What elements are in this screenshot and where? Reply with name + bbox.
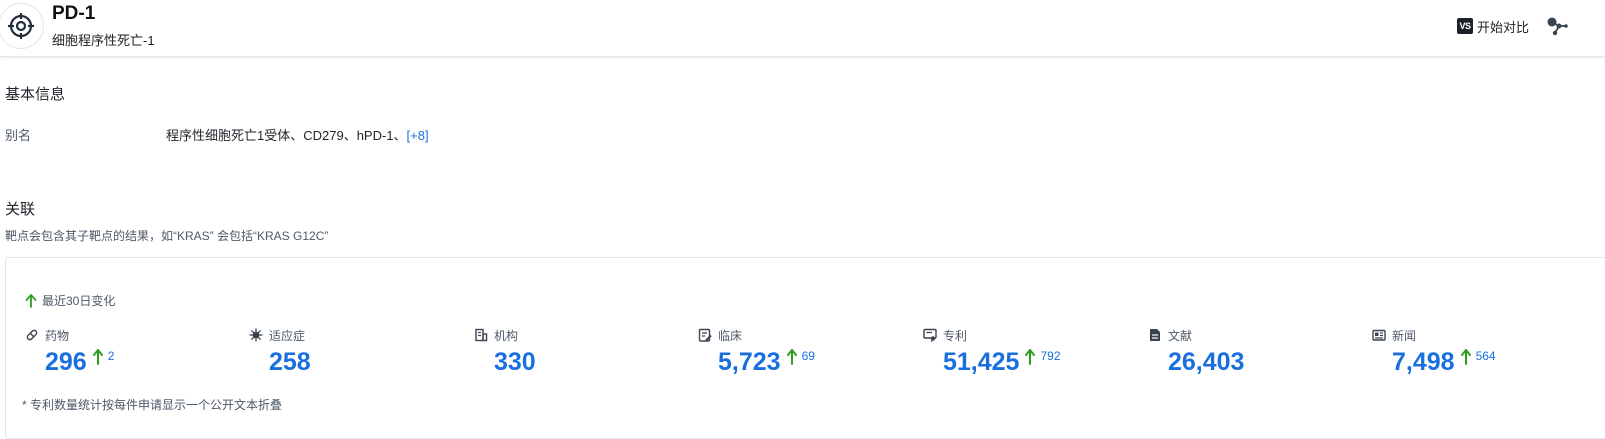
stat-delta-value[interactable]: 69 <box>802 349 815 363</box>
graph-network-icon <box>1547 17 1568 36</box>
association-heading: 关联 <box>5 201 36 218</box>
stat-value[interactable]: 5,723 <box>718 347 781 377</box>
patent-icon <box>923 328 937 342</box>
patent-footnote: * 专利数量统计按每件申请显示一个公开文本折叠 <box>22 398 283 412</box>
alias-text: 程序性细胞死亡1受体、CD279、hPD-1、 <box>166 128 407 143</box>
stat-news: 新闻 7,498 564 <box>1372 327 1496 377</box>
stat-organizations: 机构 330 <box>474 327 536 377</box>
stat-delta-value[interactable]: 564 <box>1476 349 1496 363</box>
association-description: 靶点会包含其子靶点的结果，如“KRAS” 会包括“KRAS G12C” <box>5 229 329 243</box>
building-icon <box>475 328 488 342</box>
alias-value: 程序性细胞死亡1受体、CD279、hPD-1、[+8] <box>166 125 429 144</box>
pill-icon <box>26 329 38 341</box>
stat-label: 适应症 <box>269 328 306 343</box>
stat-label: 新闻 <box>1392 328 1417 343</box>
alias-label: 别名 <box>5 128 32 143</box>
start-compare-button[interactable]: VS 开始对比 <box>1457 16 1529 36</box>
stat-value[interactable]: 296 <box>45 347 87 377</box>
stat-delta-value[interactable]: 792 <box>1040 349 1060 363</box>
stat-label: 文献 <box>1168 328 1193 343</box>
stat-delta-value[interactable]: 2 <box>108 349 115 363</box>
stat-value[interactable]: 330 <box>494 347 536 377</box>
stat-value[interactable]: 26,403 <box>1168 347 1244 377</box>
document-icon <box>1150 329 1160 341</box>
vs-icon: VS <box>1457 18 1473 34</box>
arrow-up-icon <box>1025 349 1036 365</box>
relation-graph-button[interactable] <box>1546 16 1568 41</box>
stat-patents: 专利 51,425 792 <box>923 327 1061 377</box>
stat-literature: 文献 26,403 <box>1148 327 1244 377</box>
compare-label: 开始对比 <box>1477 19 1530 35</box>
stat-indications: 适应症 258 <box>249 327 311 377</box>
recent-change-legend: 最近30日变化 <box>25 292 115 309</box>
stat-label: 药物 <box>45 328 70 343</box>
virus-icon <box>249 328 263 342</box>
alias-more-link[interactable]: [+8] <box>407 128 429 143</box>
stat-clinical: 临床 5,723 69 <box>698 327 815 377</box>
page-header: PD-1 细胞程序性死亡-1 VS 开始对比 <box>0 0 1605 57</box>
page-title: PD-1 <box>52 3 96 24</box>
stat-delta: 792 <box>1025 349 1061 365</box>
target-logo <box>0 3 44 49</box>
stat-label: 专利 <box>943 328 968 343</box>
recent-change-label: 最近30日变化 <box>42 294 116 308</box>
target-icon <box>8 13 34 39</box>
stat-value[interactable]: 7,498 <box>1392 347 1455 377</box>
page-subtitle: 细胞程序性死亡-1 <box>52 33 155 48</box>
stat-drugs: 药物 296 2 <box>25 327 114 377</box>
stat-delta: 69 <box>786 349 815 365</box>
stat-label: 临床 <box>718 328 743 343</box>
arrow-up-icon <box>25 293 37 308</box>
clinical-icon <box>698 328 712 342</box>
stat-value[interactable]: 258 <box>269 347 311 377</box>
arrow-up-icon <box>786 349 797 365</box>
stat-delta: 2 <box>92 349 115 365</box>
stat-delta: 564 <box>1460 349 1496 365</box>
arrow-up-icon <box>1460 349 1471 365</box>
news-icon <box>1372 329 1386 341</box>
basic-info-heading: 基本信息 <box>5 86 66 103</box>
stat-label: 机构 <box>494 328 519 343</box>
arrow-up-icon <box>92 349 103 365</box>
stat-value[interactable]: 51,425 <box>943 347 1019 377</box>
